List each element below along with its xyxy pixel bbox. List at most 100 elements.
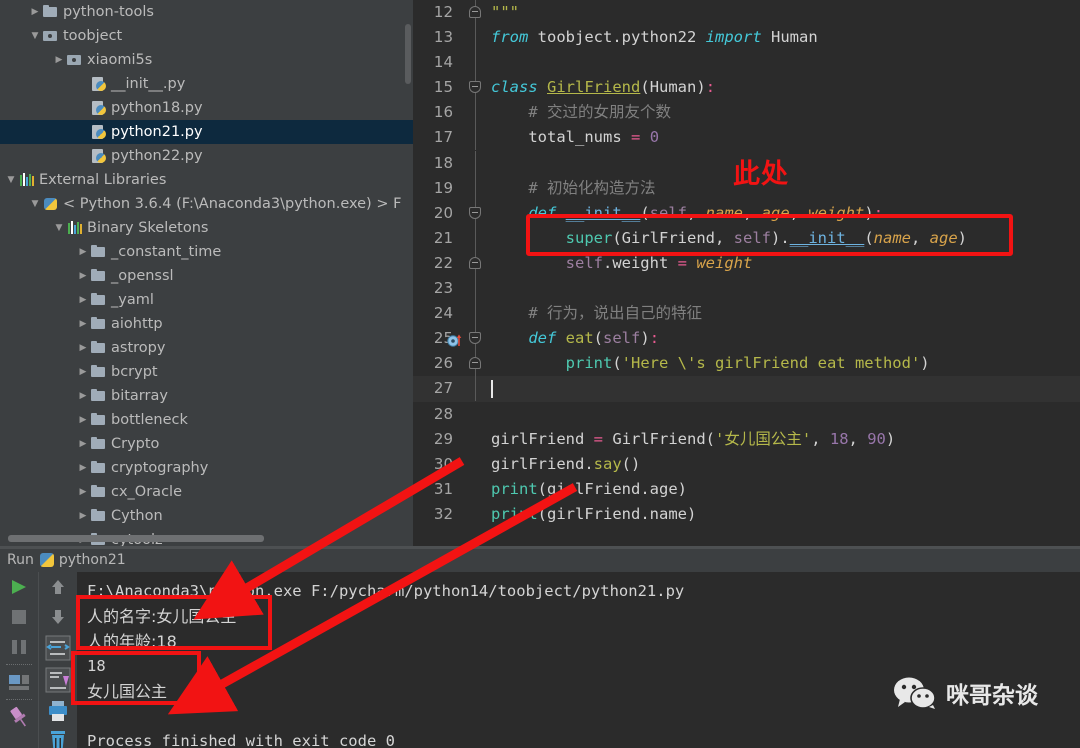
code-line[interactable]: 29 girlFriend = GirlFriend('女儿国公主', 18, 9… [413,427,1080,452]
tree-item-openssl[interactable]: ▶ _openssl [0,264,413,288]
editor-gutter[interactable] [453,301,491,327]
fold-marker[interactable] [469,256,481,269]
editor-gutter[interactable] [453,427,491,452]
code-editor[interactable]: 12 """ 13 from toobject.python22 import Hum… [413,0,1080,546]
chevron-right-icon[interactable]: ▶ [76,384,90,408]
editor-gutter[interactable] [453,0,491,25]
chevron-right-icon[interactable]: ▶ [76,504,90,528]
editor-gutter[interactable] [453,200,491,226]
tree-vertical-scrollbar[interactable] [405,24,411,84]
chevron-right-icon[interactable]: ▶ [76,456,90,480]
chevron-right-icon[interactable]: ▶ [76,480,90,504]
editor-gutter[interactable] [453,276,491,302]
fold-marker[interactable] [469,332,481,345]
line-number: 28 [433,404,453,423]
run-button[interactable] [0,572,38,602]
project-tree-panel[interactable]: ▶ python-tools ▼ toobject ▶ xiaomi5s ▶ __init__… [0,0,413,546]
fold-marker[interactable] [469,81,481,94]
down-stacktrace-button[interactable] [39,602,77,632]
tree-item-yaml[interactable]: ▶ _yaml [0,288,413,312]
code-line[interactable]: 32 print(girlFriend.name) [413,502,1080,527]
tree-item-external-libraries[interactable]: ▼ External Libraries [0,168,413,192]
code-line[interactable]: 16 # 交过的女朋友个数 [413,100,1080,126]
chevron-right-icon[interactable]: ▶ [76,360,90,384]
stop-button[interactable] [0,602,38,632]
fold-marker[interactable] [469,6,481,18]
chevron-down-icon[interactable]: ▼ [52,216,66,240]
chevron-right-icon[interactable]: ▶ [76,432,90,456]
tree-item-init-py[interactable]: ▶ __init__.py [0,72,413,96]
tree-item-xiaomi5s[interactable]: ▶ xiaomi5s [0,48,413,72]
editor-gutter[interactable] [447,326,491,352]
code-line[interactable]: 25 def eat(self): [413,326,1080,352]
chevron-down-icon[interactable]: ▼ [28,24,42,48]
tree-item-crypto[interactable]: ▶ Crypto [0,432,413,456]
tree-item-python-tools[interactable]: ▶ python-tools [0,0,413,24]
code-line[interactable]: 31 print(girlFriend.age) [413,477,1080,502]
chevron-down-icon[interactable]: ▼ [4,168,18,192]
code-line[interactable]: 15 class GirlFriend(Human): [413,75,1080,101]
editor-gutter[interactable] [453,50,491,76]
tree-item-label: _constant_time [111,244,222,260]
restore-layout-button[interactable] [0,667,38,697]
code-line[interactable]: 30 girlFriend.say() [413,452,1080,477]
chevron-right-icon[interactable]: ▶ [76,264,90,288]
overriding-method-icon[interactable] [447,331,462,347]
chevron-down-icon[interactable]: ▼ [28,192,42,216]
tree-item-cryptography[interactable]: ▶ cryptography [0,456,413,480]
tree-item-constant-time[interactable]: ▶ _constant_time [0,240,413,264]
tree-item-python22-py[interactable]: ▶ python22.py [0,144,413,168]
chevron-right-icon[interactable]: ▶ [76,288,90,312]
editor-gutter[interactable] [453,25,491,51]
tree-item-python-3-6-4-f-anaconda3-python-exe-f[interactable]: ▼ < Python 3.6.4 (F:\Anaconda3\python.exe… [0,192,413,216]
editor-gutter[interactable] [453,100,491,126]
chevron-right-icon[interactable]: ▶ [76,408,90,432]
chevron-right-icon[interactable]: ▶ [52,48,66,72]
code-line[interactable]: 27 [413,376,1080,402]
editor-gutter[interactable] [453,402,491,427]
tree-item-bitarray[interactable]: ▶ bitarray [0,384,413,408]
pin-tab-button[interactable] [0,702,38,732]
tree-item-astropy[interactable]: ▶ astropy [0,336,413,360]
code-line[interactable]: 12 """ [413,0,1080,25]
code-line[interactable]: 26 print('Here \'s girlFriend eat method… [413,351,1080,377]
tree-item-bottleneck[interactable]: ▶ bottleneck [0,408,413,432]
editor-gutter[interactable] [453,351,491,377]
tree-item-cython[interactable]: ▶ Cython [0,504,413,528]
fold-marker[interactable] [469,357,481,370]
editor-gutter[interactable] [453,175,491,201]
editor-gutter[interactable] [453,376,491,402]
editor-gutter[interactable] [453,125,491,151]
fold-guide-line [474,125,476,151]
editor-gutter[interactable] [453,225,491,251]
tree-item-python18-py[interactable]: ▶ python18.py [0,96,413,120]
code-line[interactable]: 13 from toobject.python22 import Human [413,25,1080,51]
chevron-right-icon[interactable]: ▶ [76,336,90,360]
tree-horizontal-scrollbar[interactable] [8,535,264,542]
tree-item-cx-oracle[interactable]: ▶ cx_Oracle [0,480,413,504]
pause-button[interactable] [0,632,38,662]
tree-item-toobject[interactable]: ▼ toobject [0,24,413,48]
chevron-right-icon[interactable]: ▶ [28,0,42,24]
tree-item-bcrypt[interactable]: ▶ bcrypt [0,360,413,384]
editor-gutter[interactable] [453,75,491,101]
code-line[interactable]: 14 [413,50,1080,76]
tree-item-python21-py[interactable]: ▶ python21.py [0,120,413,144]
editor-gutter[interactable] [453,452,491,477]
editor-gutter[interactable] [453,250,491,276]
up-stacktrace-button[interactable] [39,572,77,602]
editor-gutter[interactable] [453,502,491,527]
tree-item-aiohttp[interactable]: ▶ aiohttp [0,312,413,336]
editor-gutter[interactable] [453,150,491,176]
code-line[interactable]: 24 # 行为，说出自己的特征 [413,301,1080,327]
fold-marker[interactable] [469,206,481,219]
editor-gutter[interactable] [453,477,491,502]
chevron-right-icon[interactable]: ▶ [76,312,90,336]
code-line[interactable]: 23 [413,276,1080,302]
tree-item-binary-skeletons[interactable]: ▼ Binary Skeletons [0,216,413,240]
run-toolbar-left[interactable] [0,572,38,748]
code-line[interactable]: 28 [413,402,1080,427]
chevron-right-icon[interactable]: ▶ [76,240,90,264]
code-line[interactable]: 17 total_nums = 0 [413,125,1080,151]
clear-all-button[interactable] [39,726,77,748]
